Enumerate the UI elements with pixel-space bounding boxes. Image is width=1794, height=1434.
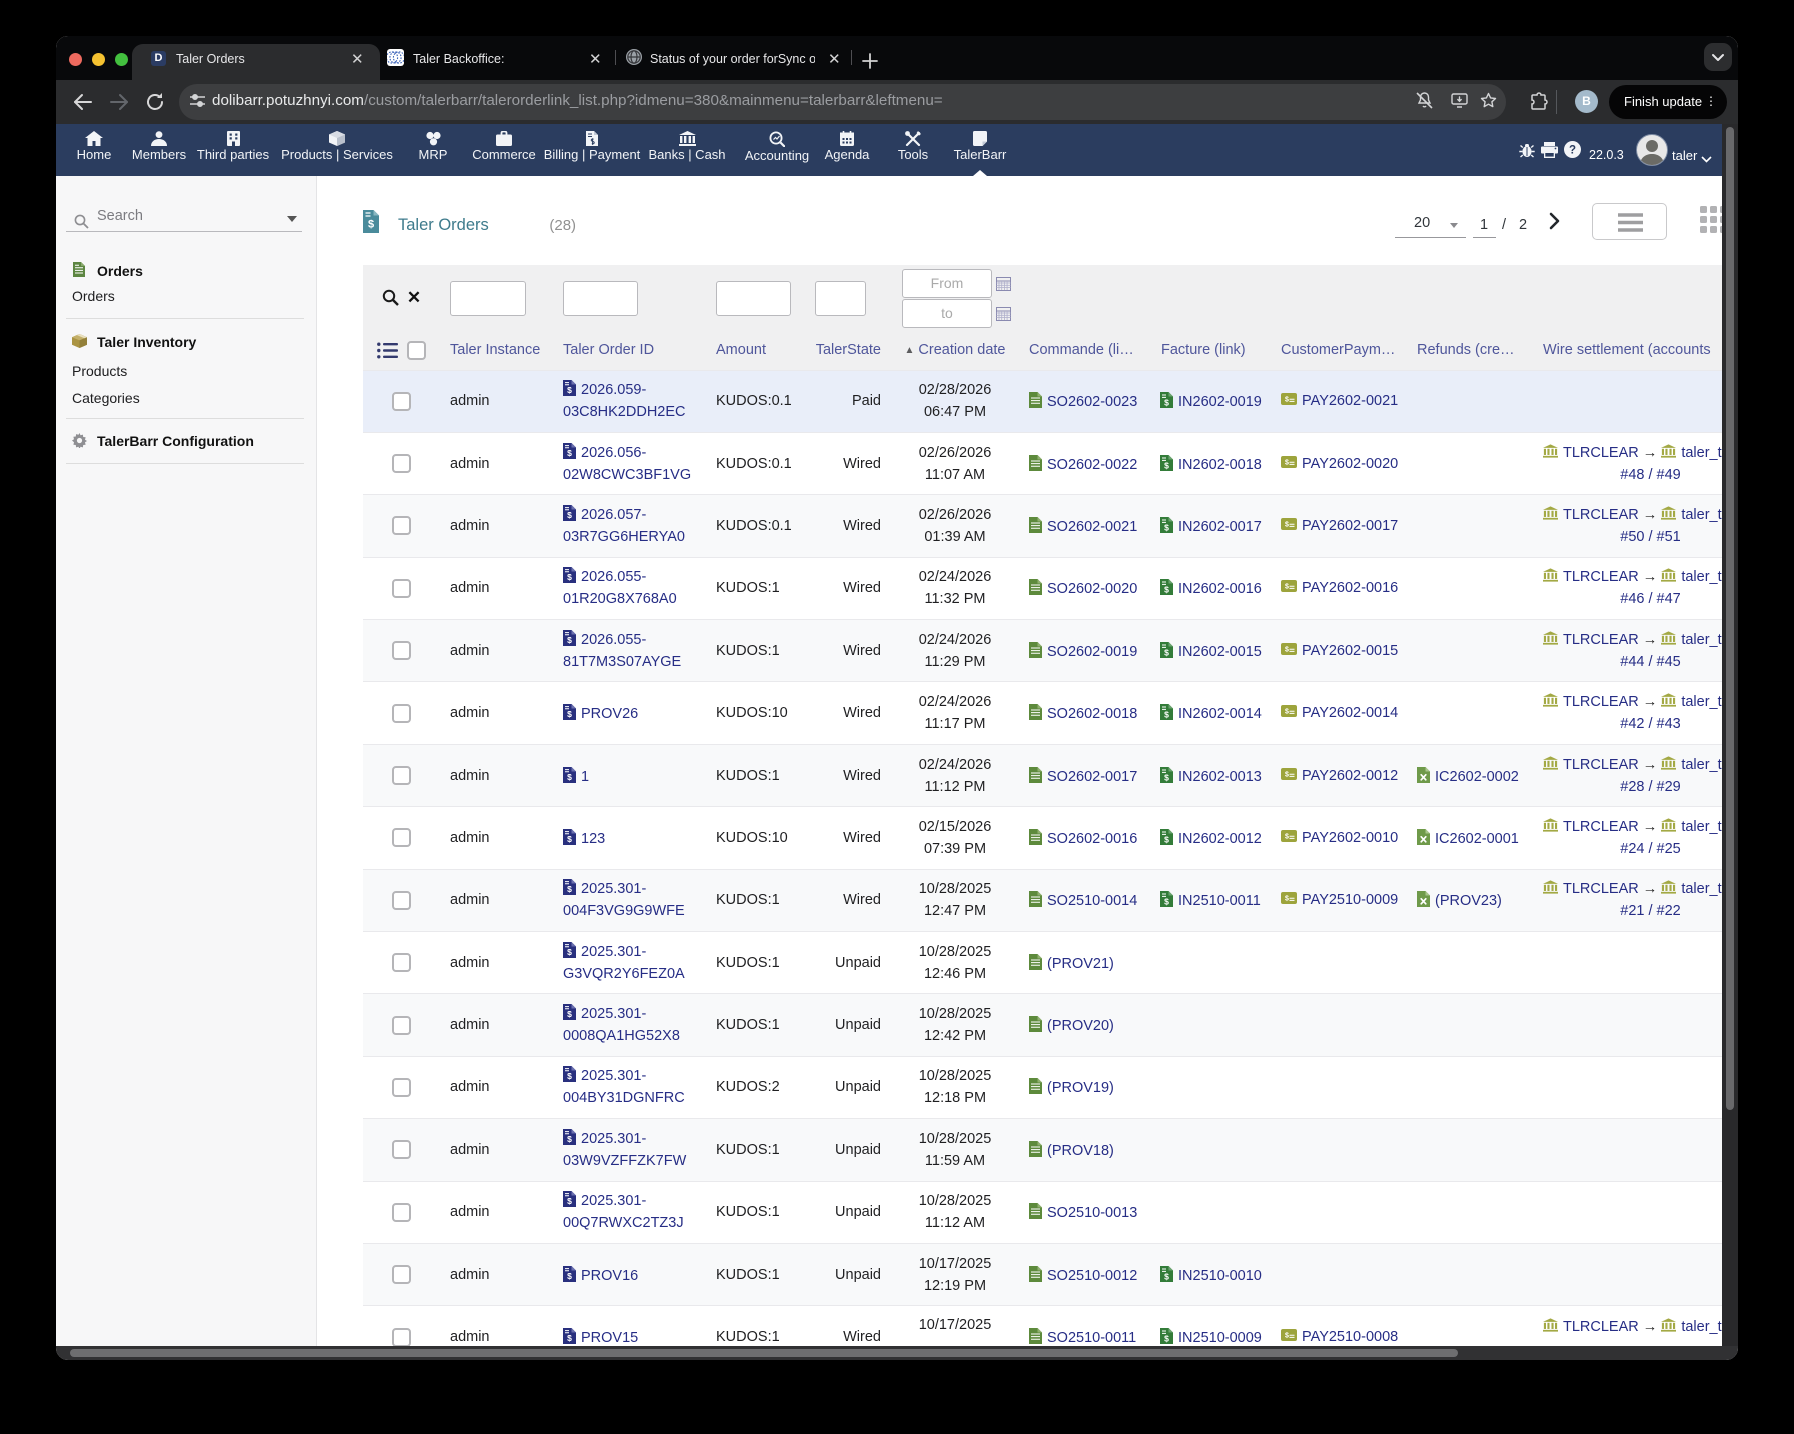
svg-text:$: $ bbox=[1164, 1334, 1169, 1344]
svg-text:$: $ bbox=[567, 947, 572, 957]
svg-text:$: $ bbox=[1285, 646, 1289, 653]
svg-text:$: $ bbox=[1164, 585, 1169, 595]
svg-text:$: $ bbox=[1164, 647, 1169, 657]
svg-text:$: $ bbox=[1285, 709, 1289, 716]
svg-text:$: $ bbox=[1285, 771, 1289, 778]
svg-text:$: $ bbox=[1285, 397, 1289, 404]
svg-text:$: $ bbox=[1164, 897, 1169, 907]
svg-text:$: $ bbox=[567, 709, 572, 719]
svg-text:?: ? bbox=[1569, 145, 1576, 157]
svg-text:$: $ bbox=[567, 772, 572, 782]
svg-text:$: $ bbox=[1285, 584, 1289, 591]
svg-text:$: $ bbox=[368, 219, 374, 231]
svg-text:$: $ bbox=[1285, 1333, 1289, 1340]
svg-text:$: $ bbox=[567, 834, 572, 844]
svg-text:$: $ bbox=[1285, 459, 1289, 466]
svg-text:$: $ bbox=[1164, 460, 1169, 470]
svg-text:$: $ bbox=[567, 448, 572, 458]
svg-text:$: $ bbox=[1285, 834, 1289, 841]
svg-text:$: $ bbox=[1285, 522, 1289, 529]
svg-text:$: $ bbox=[567, 1196, 572, 1206]
svg-text:$: $ bbox=[567, 1134, 572, 1144]
svg-text:$: $ bbox=[567, 1271, 572, 1281]
svg-text:$: $ bbox=[1164, 772, 1169, 782]
svg-text:$: $ bbox=[1164, 398, 1169, 408]
svg-text:$: $ bbox=[567, 573, 572, 583]
svg-text:$: $ bbox=[567, 635, 572, 645]
svg-text:$: $ bbox=[567, 1009, 572, 1019]
svg-text:$: $ bbox=[567, 385, 572, 395]
svg-text:$: $ bbox=[1164, 522, 1169, 532]
svg-text:$: $ bbox=[567, 1333, 572, 1343]
svg-text:$: $ bbox=[1285, 896, 1289, 903]
svg-text:$: $ bbox=[1164, 1271, 1169, 1281]
svg-text:$: $ bbox=[1164, 710, 1169, 720]
svg-text:$: $ bbox=[1164, 834, 1169, 844]
svg-text:$: $ bbox=[567, 1072, 572, 1082]
svg-text:$: $ bbox=[567, 510, 572, 520]
svg-text:$: $ bbox=[567, 885, 572, 895]
